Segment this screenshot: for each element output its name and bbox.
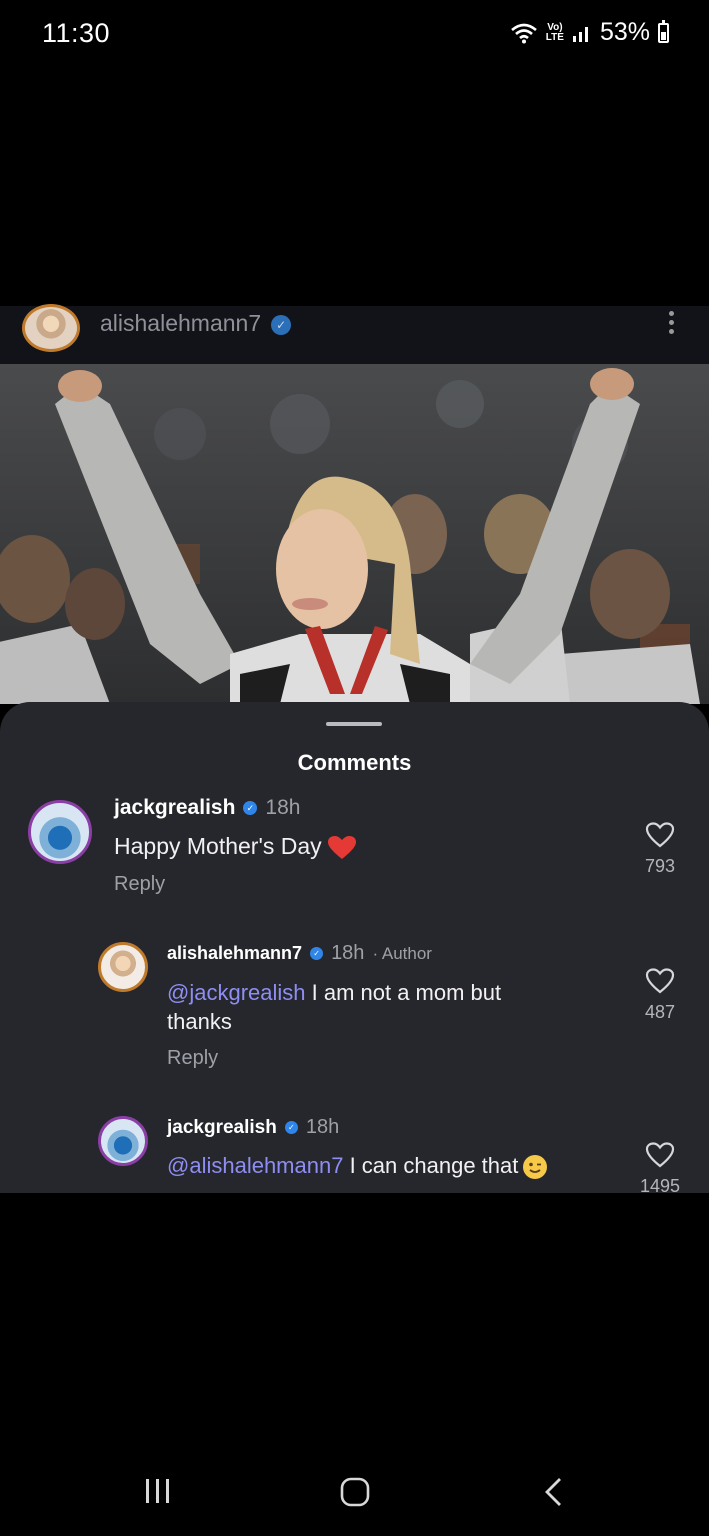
back-icon[interactable] — [542, 1476, 566, 1508]
recent-apps-icon[interactable] — [143, 1476, 173, 1506]
like-count: 487 — [644, 1002, 676, 1022]
verified-badge-icon: ✓ — [243, 801, 258, 815]
more-options-icon[interactable] — [667, 308, 675, 338]
comment-meta: jackgrealish ✓ 18h — [167, 1116, 339, 1139]
comment-text: @alishalehmann7 I can change that — [167, 1151, 548, 1180]
post-image — [0, 364, 709, 704]
red-heart-emoji-icon — [327, 835, 356, 859]
comment-text: Happy Mother's Day — [114, 832, 356, 861]
comment-username[interactable]: jackgrealish — [114, 796, 235, 820]
comment-username[interactable]: jackgrealish — [167, 1117, 277, 1139]
comment-time: 18h — [331, 942, 365, 964]
mention-link[interactable]: @alishalehmann7 — [167, 1153, 343, 1178]
verified-badge-icon: ✓ — [284, 1121, 298, 1134]
navigation-bar — [0, 1450, 709, 1536]
comment-username[interactable]: alishalehmann7 — [167, 943, 302, 964]
reply-button[interactable]: Reply — [114, 873, 165, 896]
post-username[interactable]: alishalehmann7 — [100, 310, 261, 336]
status-time: 11:30 — [42, 18, 111, 48]
battery-percent: 53% — [599, 18, 650, 46]
wifi-icon — [510, 23, 537, 43]
heart-outline-icon[interactable] — [645, 968, 675, 994]
comment-avatar[interactable] — [98, 942, 148, 992]
like-control: 1495 — [630, 1142, 690, 1193]
heart-outline-icon[interactable] — [645, 822, 675, 848]
drag-handle[interactable] — [326, 722, 382, 726]
comments-sheet: Comments jackgrealish ✓ 18h Happy Mother… — [0, 702, 709, 1193]
like-count: 1495 — [639, 1176, 681, 1193]
comment-time: 18h — [305, 1116, 340, 1138]
mention-link[interactable]: @jackgrealish — [167, 980, 306, 1005]
comment-avatar[interactable] — [98, 1116, 148, 1166]
verified-badge-icon: ✓ — [310, 947, 324, 960]
comment-meta: alishalehmann7 ✓ 18h · Author — [167, 942, 432, 965]
like-control: 487 — [630, 968, 690, 1023]
post-image-art — [0, 364, 709, 704]
comment-avatar[interactable] — [28, 800, 92, 864]
status-bar: 11:30 Vo) LTE 53% — [0, 0, 709, 70]
verified-badge-icon: ✓ — [271, 314, 292, 335]
post-header: alishalehmann7 ✓ — [0, 304, 709, 364]
post-author[interactable]: alishalehmann7 ✓ — [100, 310, 292, 337]
heart-outline-icon[interactable] — [645, 1142, 675, 1168]
volte-icon: Vo) LTE — [545, 21, 564, 43]
comment-text: @jackgrealish I am not a mom but thanks — [167, 980, 502, 1034]
reply-button[interactable]: Reply — [167, 1047, 218, 1070]
comment-time: 18h — [265, 796, 301, 819]
home-icon[interactable] — [339, 1476, 371, 1508]
author-label: · Author — [372, 943, 432, 963]
post-author-avatar[interactable] — [22, 304, 80, 352]
like-count: 793 — [644, 856, 676, 876]
comment-meta: jackgrealish ✓ 18h — [114, 796, 300, 820]
signal-icon — [572, 26, 588, 42]
comments-title: Comments — [297, 750, 412, 775]
battery-icon — [658, 19, 669, 43]
status-icons: Vo) LTE 53% — [510, 18, 669, 47]
like-control: 793 — [630, 822, 690, 877]
winking-face-emoji-icon — [523, 1155, 548, 1180]
